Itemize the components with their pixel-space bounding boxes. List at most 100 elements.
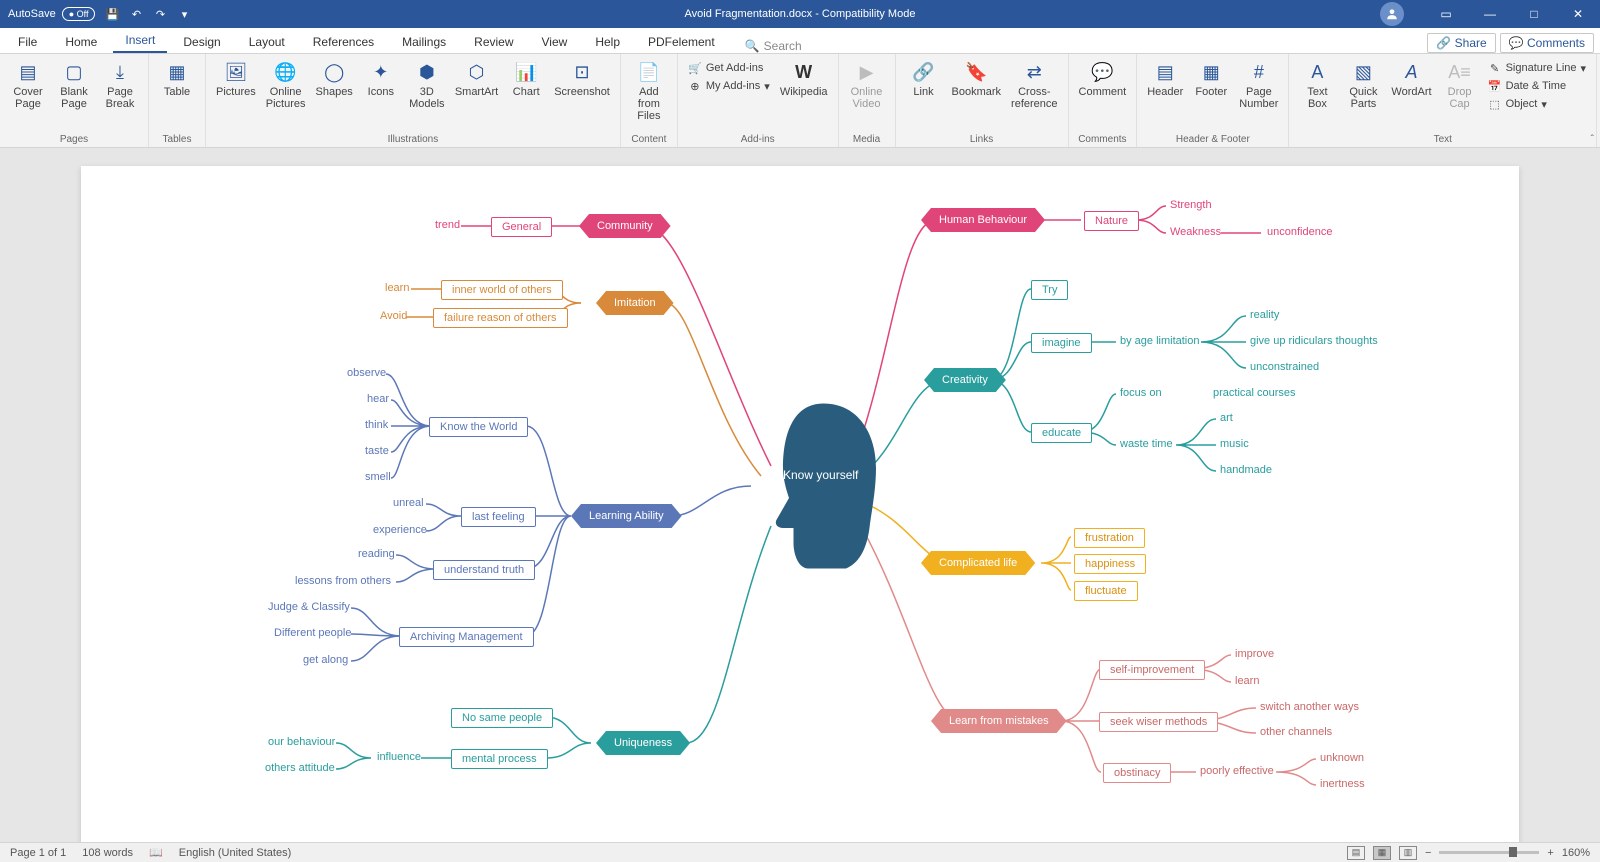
node-weakness: Weakness (1166, 224, 1225, 240)
zoom-out-icon[interactable]: − (1425, 847, 1431, 859)
web-layout-icon[interactable]: ▥ (1399, 846, 1417, 860)
menu-help[interactable]: Help (583, 31, 632, 53)
node-unreal: unreal (389, 495, 428, 511)
zoom-slider[interactable] (1439, 851, 1539, 854)
status-proofing-icon[interactable]: 📖 (149, 846, 163, 859)
quick-parts-button[interactable]: ▧QuickParts (1341, 58, 1385, 112)
group-links: 🔗Link 🔖Bookmark ⇄Cross-reference Links (896, 54, 1069, 147)
menu-home[interactable]: Home (53, 31, 109, 53)
qat-more-icon[interactable]: ▾ (177, 8, 191, 21)
cover-page-button[interactable]: ▤CoverPage (6, 58, 50, 112)
menu-view[interactable]: View (530, 31, 580, 53)
zoom-in-icon[interactable]: + (1547, 847, 1553, 859)
chart-button[interactable]: 📊Chart (504, 58, 548, 100)
node-last-feeling: last feeling (461, 507, 536, 527)
group-media: ▶OnlineVideo Media (839, 54, 896, 147)
node-frustration: frustration (1074, 528, 1145, 548)
node-handmade: handmade (1216, 462, 1276, 478)
node-no-same: No same people (451, 708, 553, 728)
node-switch: switch another ways (1256, 699, 1363, 715)
save-icon[interactable]: 💾 (105, 8, 119, 21)
collapse-ribbon-icon[interactable]: ˆ (1591, 134, 1594, 145)
menu-design[interactable]: Design (171, 31, 232, 53)
node-seek-wiser: seek wiser methods (1099, 712, 1218, 732)
group-tables: ▦Table Tables (149, 54, 206, 147)
smartart-button[interactable]: ⬡SmartArt (451, 58, 502, 100)
comment-button[interactable]: 💬Comment (1075, 58, 1131, 100)
node-channels: other channels (1256, 724, 1336, 740)
online-video-button[interactable]: ▶OnlineVideo (845, 58, 889, 112)
share-button[interactable]: 🔗 Share (1427, 33, 1495, 53)
page-break-button[interactable]: ⤓PageBreak (98, 58, 142, 112)
search-box[interactable]: 🔍 Search (745, 39, 802, 53)
status-words[interactable]: 108 words (82, 847, 133, 859)
table-button[interactable]: ▦Table (155, 58, 199, 100)
icons-button[interactable]: ✦Icons (359, 58, 403, 100)
menu-layout[interactable]: Layout (237, 31, 297, 53)
status-page[interactable]: Page 1 of 1 (10, 847, 66, 859)
group-header-footer: ▤Header ▦Footer #PageNumber Header & Foo… (1137, 54, 1289, 147)
online-pictures-button[interactable]: 🌐OnlinePictures (262, 58, 310, 112)
autosave-toggle[interactable]: AutoSave ● Off (8, 7, 95, 21)
signature-line-button[interactable]: ✎Signature Line ▾ (1488, 60, 1586, 76)
wordart-button[interactable]: AWordArt (1387, 58, 1435, 100)
user-avatar[interactable] (1380, 2, 1404, 26)
status-bar: Page 1 of 1 108 words 📖 English (United … (0, 842, 1600, 862)
blank-page-button[interactable]: ▢BlankPage (52, 58, 96, 112)
group-pages: ▤CoverPage ▢BlankPage ⤓PageBreak Pages (0, 54, 149, 147)
node-human-behaviour: Human Behaviour (921, 208, 1045, 232)
my-addins-button[interactable]: ⊕My Add-ins ▾ (688, 78, 770, 94)
pictures-button[interactable]: 🖼Pictures (212, 58, 260, 100)
link-button[interactable]: 🔗Link (902, 58, 946, 100)
footer-button[interactable]: ▦Footer (1189, 58, 1233, 100)
undo-icon[interactable]: ↶ (129, 8, 143, 21)
node-educate: educate (1031, 423, 1092, 443)
add-from-files-button[interactable]: 📄Add fromFiles (627, 58, 671, 124)
page-number-button[interactable]: #PageNumber (1235, 58, 1282, 112)
node-complicated-life: Complicated life (921, 551, 1035, 575)
node-uniqueness: Uniqueness (596, 731, 690, 755)
object-button[interactable]: ⬚Object ▾ (1488, 96, 1586, 112)
print-layout-icon[interactable]: ▦ (1373, 846, 1391, 860)
group-comments: 💬Comment Comments (1069, 54, 1138, 147)
node-fluctuate: fluctuate (1074, 581, 1138, 601)
menu-references[interactable]: References (301, 31, 386, 53)
get-addins-button[interactable]: 🛒Get Add-ins (688, 60, 770, 76)
menu-insert[interactable]: Insert (113, 29, 167, 53)
header-button[interactable]: ▤Header (1143, 58, 1187, 100)
minimize-icon[interactable]: — (1468, 7, 1512, 21)
drop-cap-button[interactable]: A≡DropCap (1438, 58, 1482, 112)
zoom-level[interactable]: 160% (1562, 847, 1590, 859)
node-inertness: inertness (1316, 776, 1369, 792)
menu-mailings[interactable]: Mailings (390, 31, 458, 53)
comments-button[interactable]: 💬 Comments (1500, 33, 1594, 53)
title-bar: AutoSave ● Off 💾 ↶ ↷ ▾ Avoid Fragmentati… (0, 0, 1600, 28)
node-unknown: unknown (1316, 750, 1368, 766)
node-think: think (361, 417, 392, 433)
node-hear: hear (363, 391, 393, 407)
node-observe: observe (343, 365, 390, 381)
menu-file[interactable]: File (6, 31, 49, 53)
cross-reference-button[interactable]: ⇄Cross-reference (1007, 58, 1061, 112)
wikipedia-button[interactable]: WWikipedia (776, 58, 832, 100)
screenshot-button[interactable]: ⊡Screenshot (550, 58, 614, 100)
shapes-button[interactable]: ◯Shapes (312, 58, 357, 100)
redo-icon[interactable]: ↷ (153, 8, 167, 21)
bookmark-button[interactable]: 🔖Bookmark (948, 58, 1006, 100)
node-different: Different people (270, 625, 355, 641)
node-influence: influence (373, 749, 425, 765)
text-box-button[interactable]: ATextBox (1295, 58, 1339, 112)
ribbon-options-icon[interactable]: ▭ (1424, 7, 1468, 21)
read-mode-icon[interactable]: ▤ (1347, 846, 1365, 860)
3d-models-button[interactable]: ⬢3DModels (405, 58, 449, 112)
node-learning-ability: Learning Ability (571, 504, 682, 528)
date-time-button[interactable]: 📅Date & Time (1488, 78, 1586, 94)
status-language[interactable]: English (United States) (179, 847, 292, 859)
document-area: Know yourself Community General trend Im… (0, 148, 1600, 842)
maximize-icon[interactable]: □ (1512, 7, 1556, 21)
node-focus-on: focus on (1116, 385, 1166, 401)
menu-pdfelement[interactable]: PDFelement (636, 31, 727, 53)
group-illustrations: 🖼Pictures 🌐OnlinePictures ◯Shapes ✦Icons… (206, 54, 621, 147)
menu-review[interactable]: Review (462, 31, 525, 53)
close-icon[interactable]: ✕ (1556, 7, 1600, 21)
